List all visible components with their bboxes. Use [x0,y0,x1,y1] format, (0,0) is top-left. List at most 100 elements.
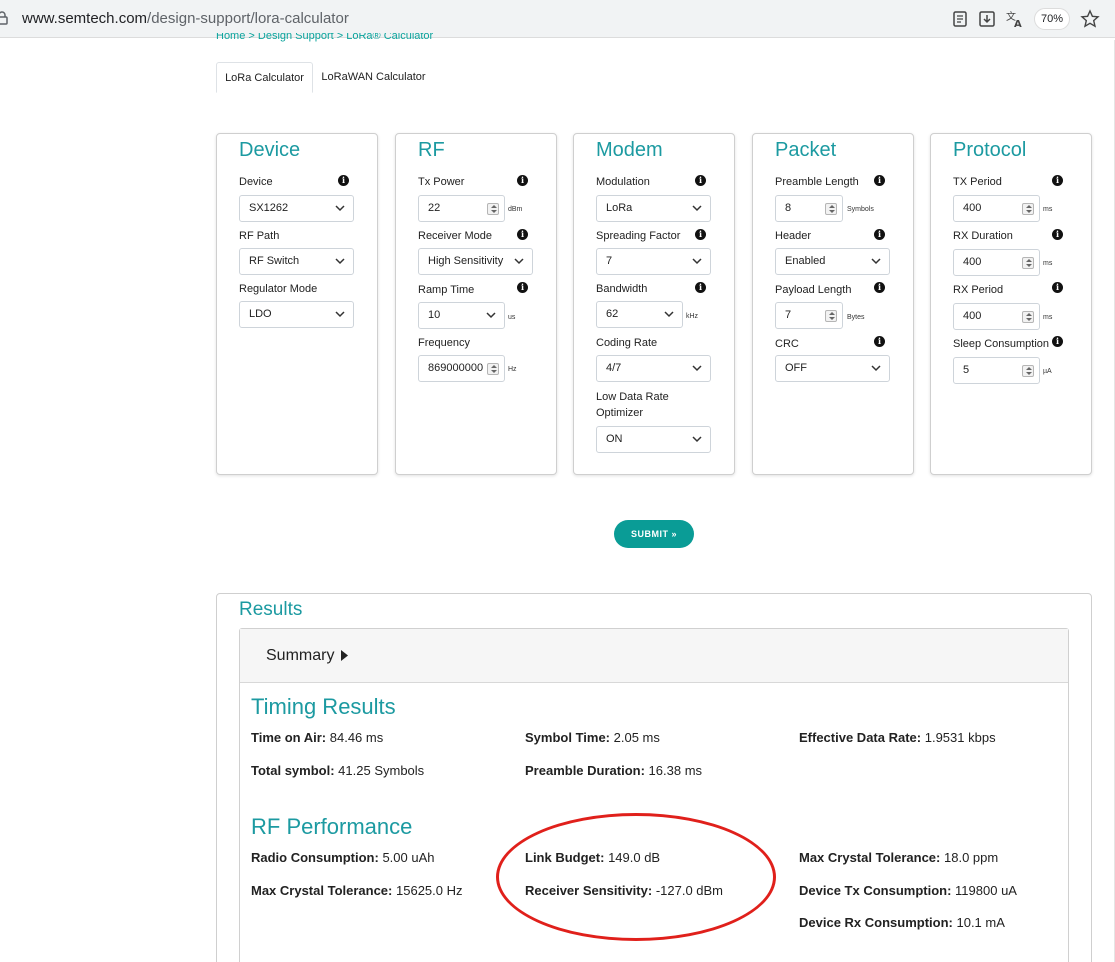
result-symbol-time: Symbol Time: 2.05 ms [525,730,660,745]
info-icon[interactable]: i [695,175,706,186]
install-app-icon[interactable] [977,9,997,29]
card-title: Device [239,139,301,161]
spinner-arrows-icon[interactable] [825,203,837,215]
preamble-length-input[interactable]: 8 [775,195,843,222]
modulation-select[interactable]: LoRa [596,195,711,222]
regulator-mode-select[interactable]: LDO [239,301,354,328]
spinner-arrows-icon[interactable] [487,363,499,375]
chevron-down-icon [486,312,496,319]
spreading-factor-label: Spreading Factor [596,230,681,242]
info-icon[interactable]: i [1052,175,1063,186]
reader-mode-icon[interactable] [950,9,970,29]
chevron-down-icon [692,365,702,372]
result-total-symbol: Total symbol: 41.25 Symbols [251,763,425,778]
header-select[interactable]: Enabled [775,248,890,275]
card-title: Protocol [953,139,1027,161]
zoom-level-badge[interactable]: 70% [1034,8,1070,30]
info-icon[interactable]: i [874,282,885,293]
rx-period-unit: ms [1043,314,1053,321]
crc-select[interactable]: OFF [775,355,890,382]
ldro-label-line2: Optimizer [596,407,644,419]
chevron-down-icon [335,258,345,265]
spinner-arrows-icon[interactable] [825,310,837,322]
info-icon[interactable]: i [1052,282,1063,293]
payload-length-label: Payload Length [775,284,852,296]
chevron-down-icon [664,311,674,318]
spinner-arrows-icon[interactable] [1022,365,1034,377]
tx-power-input[interactable]: 22 [418,195,505,222]
chevron-down-icon [514,258,524,265]
bandwidth-unit: kHz [686,313,699,320]
svg-text:A: A [1014,19,1022,29]
result-max-crystal-tolerance-ppm: Max Crystal Tolerance: 18.0 ppm [799,850,999,865]
timing-results-title: Timing Results [251,694,396,719]
info-icon[interactable]: i [517,229,528,240]
receiver-mode-label: Receiver Mode [418,230,492,242]
ldro-label-line1: Low Data Rate [596,391,669,403]
tx-period-label: TX Period [953,176,1002,188]
sleep-consumption-unit: µA [1043,368,1052,375]
packet-card: Packet Preamble Length i 8 Symbols Heade… [752,133,914,475]
ramp-time-select[interactable]: 10 [418,302,505,329]
sleep-consumption-label: Sleep Consumption [953,338,1050,350]
info-icon[interactable]: i [517,175,528,186]
tx-period-input[interactable]: 400 [953,195,1040,222]
info-icon[interactable]: i [338,175,349,186]
info-icon[interactable]: i [1052,336,1063,347]
regulator-mode-label: Regulator Mode [239,283,318,295]
rf-path-label: RF Path [239,230,280,242]
header-label: Header [775,230,812,242]
rx-period-input[interactable]: 400 [953,303,1040,330]
sleep-consumption-input[interactable]: 5 [953,357,1040,384]
modulation-label: Modulation [596,176,650,188]
result-radio-consumption: Radio Consumption: 5.00 uAh [251,850,435,865]
card-title: RF [418,139,445,161]
info-icon[interactable]: i [695,282,706,293]
spreading-factor-select[interactable]: 7 [596,248,711,275]
receiver-mode-select[interactable]: High Sensitivity [418,248,533,275]
breadcrumb[interactable]: Home > Design Support > LoRa® Calculator [216,33,516,43]
info-icon[interactable]: i [695,229,706,240]
rx-duration-label: RX Duration [953,230,1013,242]
crc-label: CRC [775,338,799,350]
info-icon[interactable]: i [1052,229,1063,240]
frequency-input[interactable]: 869000000 [418,355,505,382]
results-title: Results [239,599,303,620]
info-icon[interactable]: i [517,282,528,293]
bandwidth-select[interactable]: 62 [596,301,683,328]
lock-icon [0,11,8,25]
device-select[interactable]: SX1262 [239,195,354,222]
rf-path-select[interactable]: RF Switch [239,248,354,275]
submit-button[interactable]: SUBMIT » [614,520,694,548]
bookmark-star-icon[interactable] [1080,9,1100,29]
summary-label: Summary [266,647,335,664]
spinner-arrows-icon[interactable] [1022,203,1034,215]
ramp-time-label: Ramp Time [418,284,475,296]
tx-period-unit: ms [1043,206,1053,213]
info-icon[interactable]: i [874,229,885,240]
info-icon[interactable]: i [874,175,885,186]
summary-toggle[interactable]: Summary [240,629,1068,683]
translate-icon[interactable]: 文A [1005,9,1025,29]
tab-lora-calculator[interactable]: LoRa Calculator [216,62,313,93]
browser-address-bar: www.semtech.com/design-support/lora-calc… [0,0,1115,38]
rx-period-label: RX Period [953,284,1004,296]
card-title: Modem [596,139,663,161]
tab-lorawan-calculator[interactable]: LoRaWAN Calculator [317,62,430,93]
info-icon[interactable]: i [874,336,885,347]
spinner-arrows-icon[interactable] [1022,257,1034,269]
red-annotation-ellipse [496,813,776,941]
rf-card: RF Tx Power i 22 dBm Receiver Mode i Hig… [395,133,557,475]
device-card: Device Device i SX1262 RF Path RF Switch… [216,133,378,475]
spinner-arrows-icon[interactable] [1022,311,1034,323]
modem-card: Modem Modulation i LoRa Spreading Factor… [573,133,735,475]
coding-rate-label: Coding Rate [596,337,658,349]
card-title: Packet [775,139,837,161]
coding-rate-select[interactable]: 4/7 [596,355,711,382]
spinner-arrows-icon[interactable] [487,203,499,215]
payload-length-input[interactable]: 7 [775,302,843,329]
ldro-select[interactable]: ON [596,426,711,453]
chevron-down-icon [692,258,702,265]
url-field[interactable]: www.semtech.com/design-support/lora-calc… [22,10,349,27]
rx-duration-input[interactable]: 400 [953,249,1040,276]
